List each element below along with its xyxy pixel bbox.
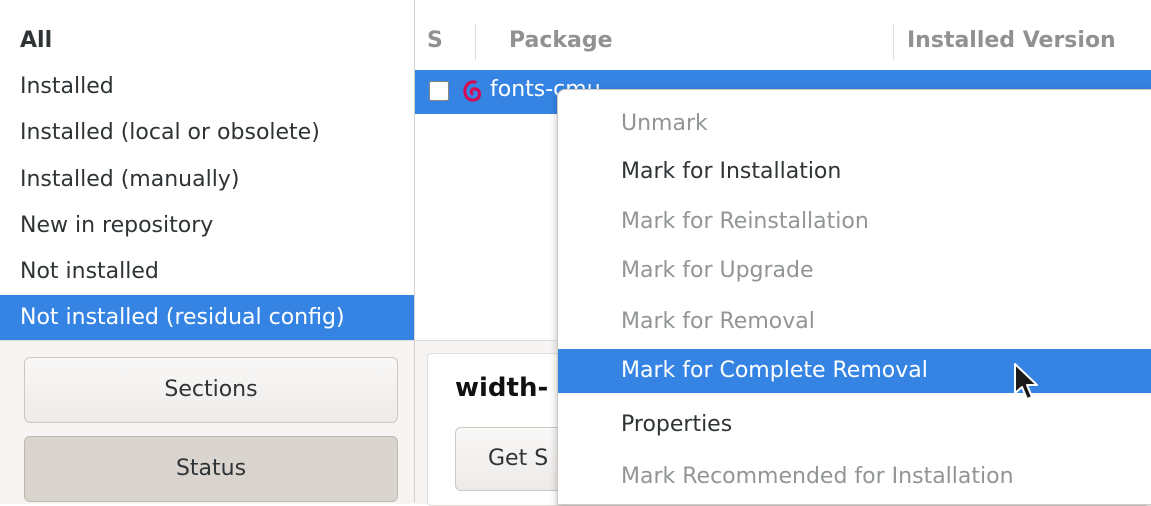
filter-item-residual-config[interactable]: Not installed (residual config)	[0, 295, 414, 340]
filter-item-installed-local-obsolete[interactable]: Installed (local or obsolete)	[0, 110, 414, 155]
context-menu: Unmark Mark for Installation Mark for Re…	[557, 89, 1151, 505]
sections-button[interactable]: Sections	[24, 357, 398, 423]
column-separator	[893, 24, 894, 60]
column-separator	[475, 24, 476, 60]
menu-item-mark-for-installation[interactable]: Mark for Installation	[558, 150, 1151, 194]
column-header-installed-version[interactable]: Installed Version	[907, 12, 1116, 70]
filter-item-new-in-repository[interactable]: New in repository	[0, 203, 414, 248]
filter-mode-buttons: Sections Status	[0, 340, 414, 504]
filter-item-not-installed[interactable]: Not installed	[0, 249, 414, 294]
status-button[interactable]: Status	[24, 436, 398, 502]
menu-item-mark-for-removal[interactable]: Mark for Removal	[558, 300, 1151, 344]
column-header-package[interactable]: Package	[509, 12, 613, 70]
menu-item-properties[interactable]: Properties	[558, 403, 1151, 447]
debian-swirl-icon	[459, 78, 487, 106]
menu-item-mark-recommended[interactable]: Mark Recommended for Installation	[558, 455, 1151, 499]
filter-item-installed-manually[interactable]: Installed (manually)	[0, 157, 414, 202]
package-list-header: S Package Installed Version	[415, 12, 1151, 71]
menu-item-mark-for-upgrade[interactable]: Mark for Upgrade	[558, 249, 1151, 293]
filter-item-installed[interactable]: Installed	[0, 64, 414, 109]
mouse-cursor-icon	[1012, 362, 1040, 402]
column-header-status[interactable]: S	[427, 12, 443, 70]
menu-item-unmark[interactable]: Unmark	[558, 102, 1151, 146]
menu-item-mark-for-complete-removal[interactable]: Mark for Complete Removal	[558, 349, 1151, 393]
details-title: width-	[455, 373, 549, 403]
mark-checkbox[interactable]	[429, 81, 449, 101]
filter-item-all[interactable]: All	[0, 18, 414, 63]
menu-item-mark-for-reinstallation[interactable]: Mark for Reinstallation	[558, 200, 1151, 244]
